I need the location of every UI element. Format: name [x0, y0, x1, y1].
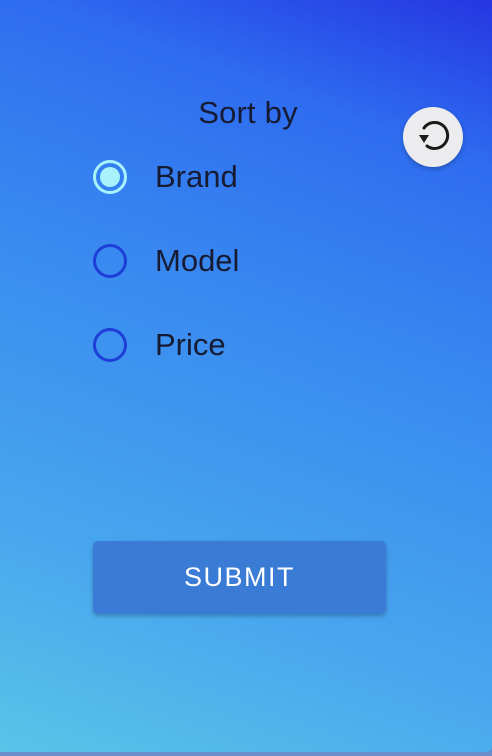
reset-icon [413, 115, 453, 160]
reset-button[interactable] [403, 107, 463, 167]
sort-panel: Sort by Brand Model Price SUBMIT [0, 0, 492, 752]
radio-button-price[interactable] [93, 328, 127, 362]
radio-option-brand[interactable]: Brand [93, 159, 238, 195]
radio-label-price: Price [155, 327, 226, 362]
bottom-edge [0, 752, 492, 756]
submit-button[interactable]: SUBMIT [93, 541, 386, 614]
radio-button-model[interactable] [93, 244, 127, 278]
radio-selected-dot [100, 167, 120, 187]
radio-button-brand[interactable] [93, 160, 127, 194]
radio-option-model[interactable]: Model [93, 243, 239, 279]
radio-option-price[interactable]: Price [93, 327, 226, 363]
radio-label-brand: Brand [155, 159, 238, 194]
radio-label-model: Model [155, 243, 240, 278]
